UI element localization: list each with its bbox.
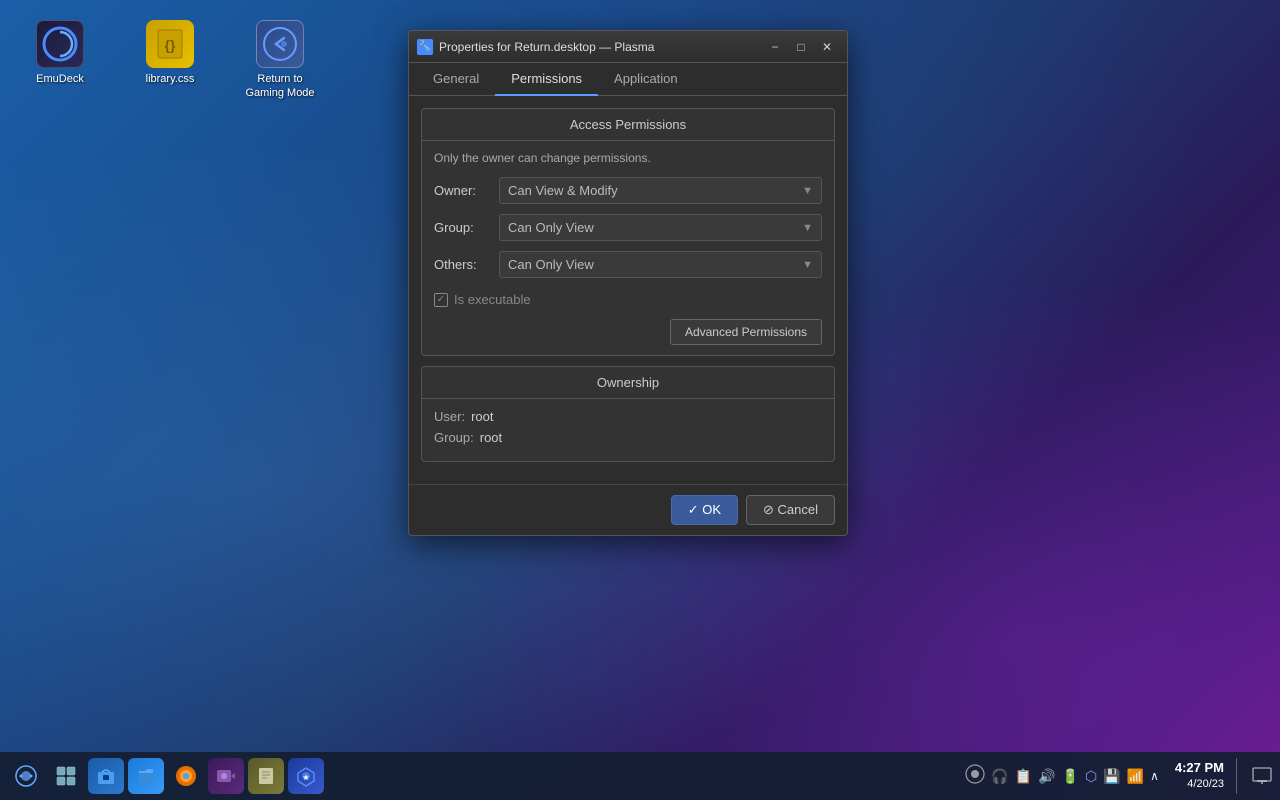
executable-label: Is executable [454, 292, 531, 307]
executable-checkbox[interactable]: ✓ [434, 293, 448, 307]
taskbar-store[interactable] [88, 758, 124, 794]
dialog-footer: ✓ OK ⊘ Cancel [409, 484, 847, 535]
tray-bluetooth-icon[interactable]: ⬡ [1085, 768, 1097, 785]
taskbar: ★ 🎧 📋 🔊 🔋 ⬡ 💾 📶 ∧ [0, 752, 1280, 800]
desktop-icon-library-css[interactable]: {} library.css [130, 20, 210, 101]
dialog-content: Access Permissions Only the owner can ch… [409, 96, 847, 484]
access-permissions-section: Access Permissions Only the owner can ch… [421, 108, 835, 356]
group-row: Group: Can Only View ▼ [434, 214, 822, 241]
cancel-button[interactable]: ⊘ Cancel [746, 495, 835, 525]
group-chevron-icon: ▼ [802, 222, 813, 234]
ownership-user-label: User: [434, 409, 465, 424]
taskbar-files[interactable] [128, 758, 164, 794]
ownership-body: User: root Group: root [422, 399, 834, 461]
dialog-title: Properties for Return.desktop — Plasma [439, 40, 763, 54]
properties-dialog: 🔧 Properties for Return.desktop — Plasma… [408, 30, 848, 536]
tray-expand-icon[interactable]: ∧ [1150, 769, 1159, 783]
taskbar-plasma[interactable]: ★ [288, 758, 324, 794]
tab-permissions[interactable]: Permissions [495, 63, 598, 96]
others-chevron-icon: ▼ [802, 259, 813, 271]
return-gaming-label: Return toGaming Mode [245, 72, 314, 101]
show-desktop-button[interactable] [1236, 758, 1242, 794]
taskbar-screen-recorder[interactable] [208, 758, 244, 794]
svg-text:{}: {} [165, 37, 176, 53]
taskbar-right: 🎧 📋 🔊 🔋 ⬡ 💾 📶 ∧ 4:27 PM 4/20/23 [965, 758, 1272, 794]
dialog-titlebar: 🔧 Properties for Return.desktop — Plasma… [409, 31, 847, 63]
screen-layout-icon[interactable] [1252, 766, 1272, 786]
system-tray: 🎧 📋 🔊 🔋 ⬡ 💾 📶 ∧ [965, 764, 1159, 789]
tray-volume-icon[interactable]: 🔊 [1038, 768, 1055, 785]
desktop-icon-return-gaming[interactable]: Return toGaming Mode [240, 20, 320, 101]
others-value: Can Only View [508, 257, 594, 272]
svg-text:★: ★ [302, 773, 309, 782]
clock-date: 4/20/23 [1175, 777, 1224, 791]
owner-chevron-icon: ▼ [802, 185, 813, 197]
tray-steam-icon[interactable] [965, 764, 985, 789]
access-permissions-body: Only the owner can change permissions. O… [422, 141, 834, 355]
group-select[interactable]: Can Only View ▼ [499, 214, 822, 241]
ownership-group-label: Group: [434, 430, 474, 445]
owner-value: Can View & Modify [508, 183, 618, 198]
return-gaming-icon [256, 20, 304, 68]
taskbar-switcher[interactable] [48, 758, 84, 794]
clock-time: 4:27 PM [1175, 760, 1224, 777]
others-label: Others: [434, 257, 499, 272]
desktop-icons: EmuDeck {} library.css Return toGamin [20, 20, 320, 101]
tray-clipboard-icon[interactable]: 📋 [1015, 768, 1032, 785]
clock[interactable]: 4:27 PM 4/20/23 [1175, 760, 1224, 791]
taskbar-notes[interactable] [248, 758, 284, 794]
ownership-group-value: root [480, 430, 502, 445]
tray-headphones-icon[interactable]: 🎧 [991, 768, 1008, 785]
taskbar-steam-deck[interactable] [8, 758, 44, 794]
emudeck-label: EmuDeck [36, 72, 84, 86]
others-select[interactable]: Can Only View ▼ [499, 251, 822, 278]
others-row: Others: Can Only View ▼ [434, 251, 822, 278]
dialog-tabs: General Permissions Application [409, 63, 847, 96]
advanced-permissions-button[interactable]: Advanced Permissions [670, 319, 822, 345]
ownership-group-row: Group: root [434, 430, 822, 445]
owner-row: Owner: Can View & Modify ▼ [434, 177, 822, 204]
tray-storage-icon[interactable]: 💾 [1103, 768, 1120, 785]
user-row: User: root [434, 409, 822, 424]
maximize-button[interactable]: □ [789, 37, 813, 57]
tab-general[interactable]: General [417, 63, 495, 96]
dialog-controls: − □ ✕ [763, 37, 839, 57]
desktop-icon-emudeck[interactable]: EmuDeck [20, 20, 100, 101]
access-permissions-header: Access Permissions [422, 109, 834, 141]
dialog-app-icon: 🔧 [417, 39, 433, 55]
owner-label: Owner: [434, 183, 499, 198]
ownership-header: Ownership [422, 367, 834, 399]
group-label: Group: [434, 220, 499, 235]
library-icon: {} [146, 20, 194, 68]
minimize-button[interactable]: − [763, 37, 787, 57]
executable-row: ✓ Is executable [434, 288, 822, 311]
advanced-btn-row: Advanced Permissions [434, 319, 822, 345]
ownership-section: Ownership User: root Group: root [421, 366, 835, 462]
ok-button[interactable]: ✓ OK [671, 495, 738, 525]
permissions-info-text: Only the owner can change permissions. [434, 151, 822, 165]
desktop: EmuDeck {} library.css Return toGamin [0, 0, 1280, 800]
group-value: Can Only View [508, 220, 594, 235]
emudeck-icon [36, 20, 84, 68]
owner-select[interactable]: Can View & Modify ▼ [499, 177, 822, 204]
ownership-user-value: root [471, 409, 493, 424]
tray-battery-icon[interactable]: 🔋 [1062, 768, 1079, 785]
tray-network-icon[interactable]: 📶 [1127, 768, 1144, 785]
taskbar-left: ★ [8, 758, 324, 794]
library-css-label: library.css [146, 72, 195, 86]
tab-application[interactable]: Application [598, 63, 694, 96]
taskbar-firefox[interactable] [168, 758, 204, 794]
close-button[interactable]: ✕ [815, 37, 839, 57]
